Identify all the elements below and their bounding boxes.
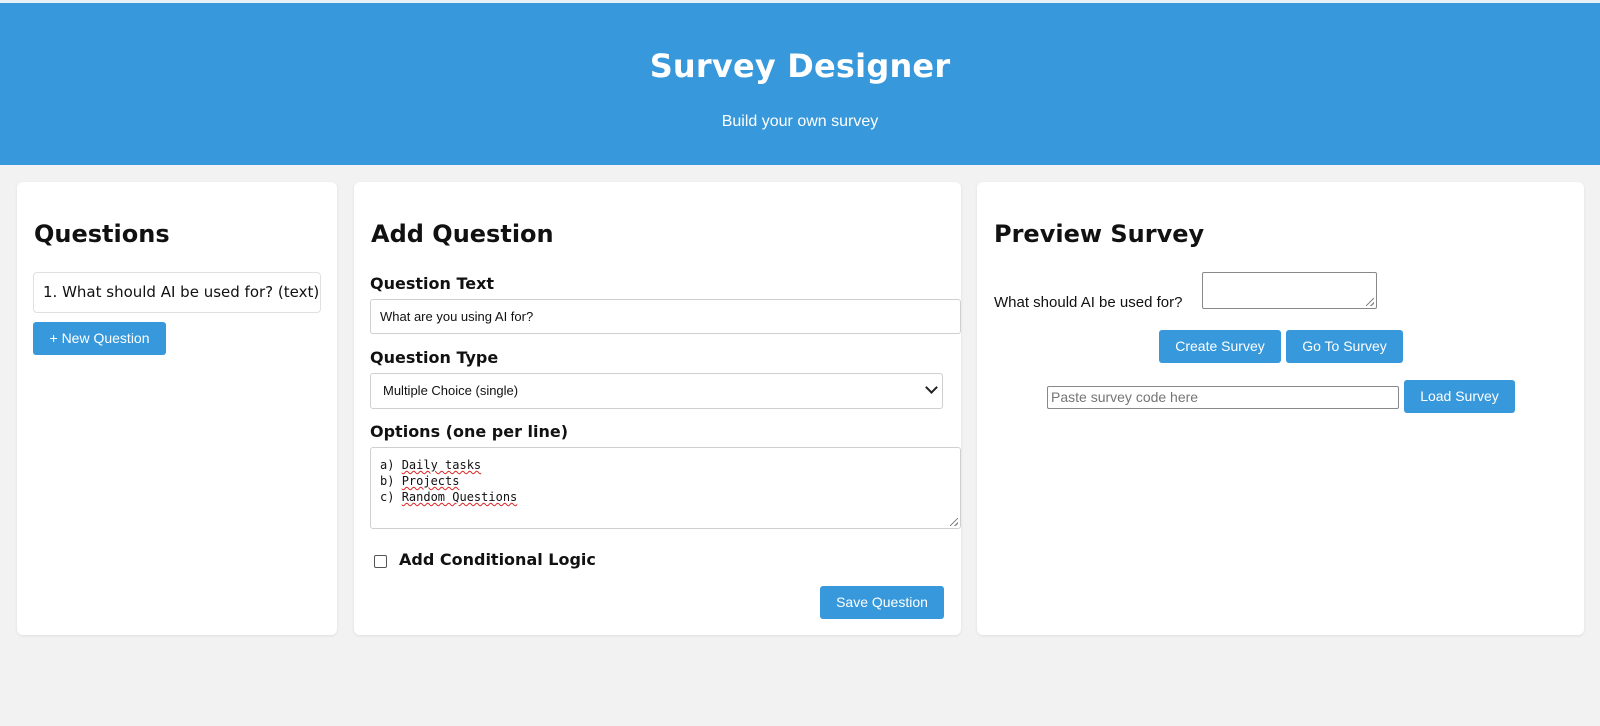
question-text-field[interactable]: What are you using AI for? bbox=[370, 299, 961, 334]
conditional-logic-label: Add Conditional Logic bbox=[399, 550, 596, 569]
add-question-panel: Add Question Question Text What are you … bbox=[354, 182, 961, 635]
questions-heading: Questions bbox=[34, 220, 170, 248]
option-line: a) Daily tasks bbox=[380, 458, 482, 472]
add-question-heading: Add Question bbox=[371, 220, 554, 248]
resize-handle-icon[interactable] bbox=[1366, 298, 1374, 306]
chevron-down-icon bbox=[925, 381, 938, 394]
resize-handle-icon[interactable] bbox=[950, 518, 958, 526]
options-label: Options (one per line) bbox=[370, 422, 569, 441]
preview-question-label: What should AI be used for? bbox=[994, 294, 1183, 311]
preview-survey-panel: Preview Survey What should AI be used fo… bbox=[977, 182, 1584, 635]
options-textarea[interactable]: a) Daily tasks b) Projects c) Random Quest… bbox=[370, 447, 961, 529]
question-text-label: Question Text bbox=[370, 274, 495, 293]
question-type-value: Multiple Choice (single) bbox=[383, 383, 519, 398]
questions-panel: Questions 1. What should AI be used for?… bbox=[17, 182, 337, 635]
new-question-button[interactable]: + New Question bbox=[33, 322, 166, 355]
create-survey-button[interactable]: Create Survey bbox=[1159, 330, 1281, 363]
question-list-item[interactable]: 1. What should AI be used for? (text) bbox=[33, 272, 321, 313]
page-title: Survey Designer bbox=[649, 47, 951, 85]
page-subtitle: Build your own survey bbox=[721, 113, 879, 130]
go-to-survey-button[interactable]: Go To Survey bbox=[1286, 330, 1403, 363]
page-header: Survey Designer Build your own survey bbox=[0, 3, 1600, 165]
conditional-logic-checkbox[interactable] bbox=[374, 555, 387, 568]
save-question-button[interactable]: Save Question bbox=[820, 586, 944, 619]
option-line: b) Projects bbox=[380, 474, 460, 488]
preview-heading: Preview Survey bbox=[994, 220, 1205, 248]
survey-code-input[interactable]: Paste survey code here bbox=[1047, 386, 1399, 409]
load-survey-button[interactable]: Load Survey bbox=[1404, 380, 1515, 413]
preview-answer-textarea[interactable] bbox=[1202, 272, 1377, 309]
option-line: c) Random Questions bbox=[380, 490, 518, 504]
question-type-select[interactable]: Multiple Choice (single) bbox=[370, 373, 943, 409]
question-type-label: Question Type bbox=[370, 348, 499, 367]
